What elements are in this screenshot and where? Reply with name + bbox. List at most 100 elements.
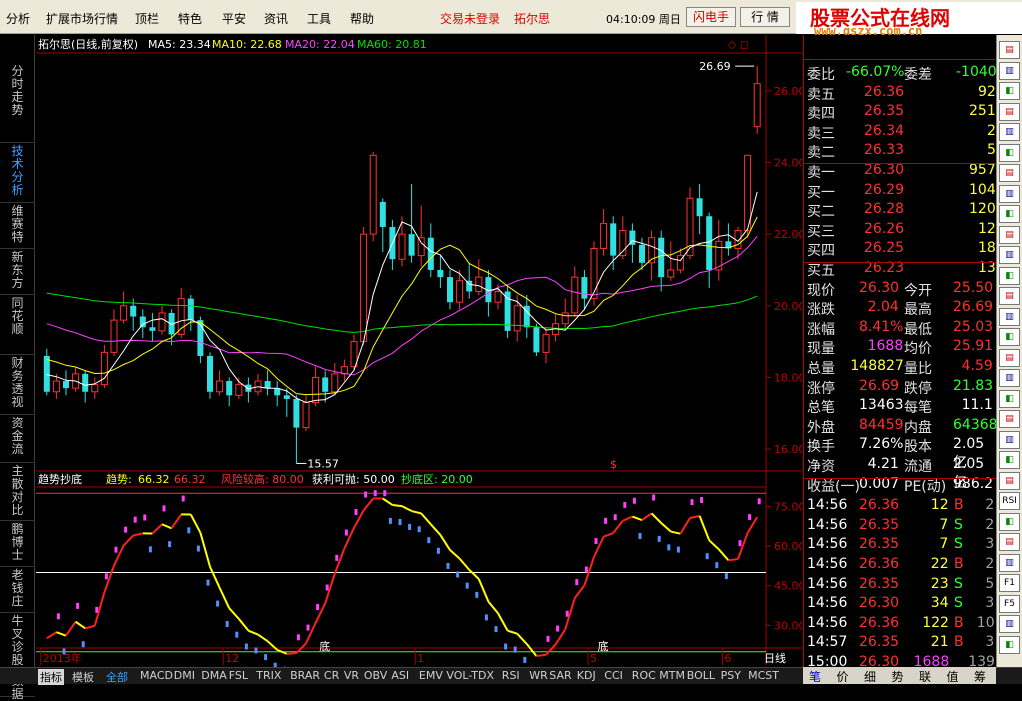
left-tab-8[interactable]: 鹏 博 士 bbox=[0, 521, 35, 567]
right-tool-button[interactable]: ◧ bbox=[999, 82, 1020, 100]
indicator-tab-psy[interactable]: PSY bbox=[721, 669, 741, 682]
left-tab-4[interactable]: 同 花 顺 bbox=[0, 295, 35, 355]
right-tool-button[interactable]: ▥ bbox=[999, 185, 1020, 203]
kline-chart-area[interactable]: 拓尔思(日线,前复权)MA5: 23.34MA10: 22.68MA20: 22… bbox=[36, 35, 802, 669]
buy-volume: 18 bbox=[978, 240, 996, 256]
menu-tools[interactable]: 工具 bbox=[307, 10, 331, 27]
menu-features[interactable]: 特色 bbox=[178, 10, 202, 27]
indicator-tab-obv[interactable]: OBV bbox=[364, 669, 387, 682]
indicator-tab-asi[interactable]: ASI bbox=[391, 669, 409, 682]
indicator-tab-wr[interactable]: WR bbox=[529, 669, 548, 682]
right-tool-button[interactable]: ▥ bbox=[999, 369, 1020, 387]
right-tool-button[interactable]: ▤ bbox=[999, 472, 1020, 490]
sell-volume: 251 bbox=[969, 103, 996, 119]
right-tool-button[interactable]: ◧ bbox=[999, 205, 1020, 223]
right-tool-button[interactable]: ▤ bbox=[999, 41, 1020, 59]
indicator-tab-sar[interactable]: SAR bbox=[549, 669, 571, 682]
flash-trade-button[interactable]: 闪电手 bbox=[686, 7, 736, 27]
right-tool-button[interactable]: ▥ bbox=[999, 431, 1020, 449]
left-tab-2[interactable]: 维 赛 特 bbox=[0, 203, 35, 249]
right-tool-button[interactable]: ◧ bbox=[999, 390, 1020, 408]
right-tool-button[interactable]: RSI bbox=[999, 492, 1020, 510]
login-status[interactable]: 交易未登录 bbox=[440, 10, 500, 27]
indicator-tab-fsl[interactable]: FSL bbox=[229, 669, 248, 682]
indicator-tab-macd[interactable]: MACD bbox=[140, 669, 173, 682]
candle-body bbox=[293, 399, 299, 428]
left-tab-7[interactable]: 主 散 对 比 bbox=[0, 463, 35, 521]
menu-extended-market[interactable]: 扩展市场行情 bbox=[46, 10, 118, 27]
left-tab-1[interactable]: 技 术 分 析 bbox=[0, 143, 35, 203]
period-label[interactable]: 日线 bbox=[764, 651, 786, 665]
left-tab-6[interactable]: 资 金 流 bbox=[0, 415, 35, 463]
right-tool-button[interactable]: ◧ bbox=[999, 144, 1020, 162]
tick-count: 10 bbox=[977, 615, 995, 631]
market-button[interactable]: 行 情 bbox=[740, 7, 790, 27]
left-tab-0[interactable]: 分 时 走 势 bbox=[0, 63, 35, 143]
right-tool-button[interactable]: ◧ bbox=[999, 451, 1020, 469]
indicator-tab-指标[interactable]: 指标 bbox=[38, 669, 64, 685]
right-tool-button[interactable]: F1 bbox=[999, 574, 1020, 592]
left-tab-9[interactable]: 老 钱 庄 bbox=[0, 567, 35, 613]
menu-help[interactable]: 帮助 bbox=[350, 10, 374, 27]
right-tool-button[interactable]: ◧ bbox=[999, 267, 1020, 285]
quote-tab-0[interactable]: 笔 bbox=[809, 668, 821, 685]
indicator-tab-roc[interactable]: ROC bbox=[632, 669, 656, 682]
menu-pingan[interactable]: 平安 bbox=[222, 10, 246, 27]
quote-tab-3[interactable]: 势 bbox=[892, 668, 904, 685]
indicator-tab-cci[interactable]: CCI bbox=[604, 669, 623, 682]
right-tool-button[interactable]: ▤ bbox=[999, 103, 1020, 121]
indicator-tab-mtm[interactable]: MTM bbox=[659, 669, 685, 682]
right-tool-button[interactable]: ▥ bbox=[999, 123, 1020, 141]
trend-marker bbox=[335, 555, 338, 561]
tick-time: 14:56 bbox=[807, 497, 847, 513]
candle-body bbox=[418, 238, 424, 256]
right-tool-button[interactable]: ◧ bbox=[999, 636, 1020, 654]
trend-line-segment bbox=[85, 626, 95, 629]
right-tool-button[interactable]: ▥ bbox=[999, 246, 1020, 264]
indicator-tab-brar[interactable]: BRAR bbox=[290, 669, 320, 682]
indicator-tab-mcst[interactable]: MCST bbox=[748, 669, 779, 682]
trend-marker bbox=[57, 613, 60, 619]
indicator-tab-dma[interactable]: DMA bbox=[201, 669, 227, 682]
indicator-tab-rsi[interactable]: RSI bbox=[502, 669, 520, 682]
indicator-tab-全部[interactable]: 全部 bbox=[106, 669, 128, 685]
right-tool-button[interactable]: ▤ bbox=[999, 349, 1020, 367]
candle-body bbox=[63, 381, 69, 388]
indicator-tab-模板[interactable]: 模板 bbox=[72, 669, 94, 685]
right-tool-button[interactable]: ▥ bbox=[999, 62, 1020, 80]
right-tool-button[interactable]: ▤ bbox=[999, 226, 1020, 244]
right-tool-button[interactable]: ◧ bbox=[999, 328, 1020, 346]
left-tab-3[interactable]: 新 东 方 bbox=[0, 249, 35, 295]
stat-row: 现量1688均价25.91 bbox=[804, 338, 997, 357]
indicator-tab-cr[interactable]: CR bbox=[324, 669, 339, 682]
quote-tab-5[interactable]: 值 bbox=[947, 668, 959, 685]
menu-news[interactable]: 资讯 bbox=[264, 10, 288, 27]
indicator-tab-boll[interactable]: BOLL bbox=[687, 669, 715, 682]
indicator-tab-vol-tdx[interactable]: VOL-TDX bbox=[446, 669, 494, 682]
quote-tab-1[interactable]: 价 bbox=[837, 668, 849, 685]
right-tool-button[interactable]: ◧ bbox=[999, 513, 1020, 531]
right-tool-button[interactable]: ▤ bbox=[999, 533, 1020, 551]
kline-chart-svg[interactable]: 拓尔思(日线,前复权)MA5: 23.34MA10: 22.68MA20: 22… bbox=[36, 35, 802, 669]
right-tool-button[interactable]: ▤ bbox=[999, 164, 1020, 182]
indicator-tab-emv[interactable]: EMV bbox=[419, 669, 443, 682]
trend-marker bbox=[614, 514, 617, 520]
left-tab-10[interactable]: 牛 叉 诊 股 bbox=[0, 613, 35, 673]
right-tool-button[interactable]: ▤ bbox=[999, 410, 1020, 428]
indicator-tab-vr[interactable]: VR bbox=[344, 669, 359, 682]
indicator-tab-trix[interactable]: TRIX bbox=[256, 669, 281, 682]
menu-analysis[interactable]: 分析 bbox=[6, 10, 30, 27]
indicator-tab-dmi[interactable]: DMI bbox=[174, 669, 195, 682]
menu-top-bar[interactable]: 顶栏 bbox=[135, 10, 159, 27]
right-tool-button[interactable]: ▤ bbox=[999, 287, 1020, 305]
right-tool-button[interactable]: ▥ bbox=[999, 308, 1020, 326]
quote-tab-6[interactable]: 筹 bbox=[974, 668, 986, 685]
stat-value: 26.30 bbox=[859, 280, 899, 296]
quote-tab-2[interactable]: 细 bbox=[864, 668, 876, 685]
right-tool-button[interactable]: F5 bbox=[999, 595, 1020, 613]
indicator-tab-kdj[interactable]: KDJ bbox=[577, 669, 596, 682]
quote-tab-4[interactable]: 联 bbox=[919, 668, 931, 685]
right-tool-button[interactable]: ▥ bbox=[999, 554, 1020, 572]
right-tool-button[interactable]: ▥ bbox=[999, 615, 1020, 633]
left-tab-5[interactable]: 财 务 透 视 bbox=[0, 355, 35, 415]
